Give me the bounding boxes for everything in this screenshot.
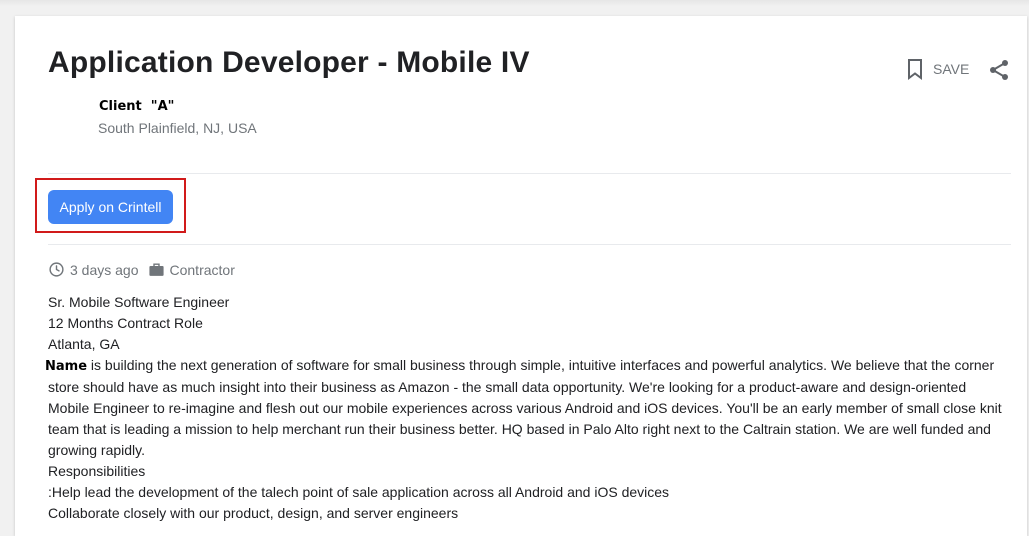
responsibilities-heading: Responsibilities	[48, 463, 146, 479]
description-paragraph-text: is building the next generation of softw…	[48, 357, 1002, 458]
apply-button[interactable]: Apply on Crintell	[48, 190, 173, 224]
company-placeholder-name: Name	[45, 359, 88, 374]
briefcase-icon	[148, 263, 164, 276]
posted-date-text: 3 days ago	[70, 261, 139, 278]
description-paragraph: Name is building the next generation of …	[45, 355, 1008, 461]
employment-type-text: Contractor	[169, 261, 235, 278]
responsibility-item: Collaborate closely with our product, de…	[48, 505, 459, 521]
posted-date: 3 days ago	[48, 261, 139, 278]
employment-type: Contractor	[148, 261, 235, 278]
save-label: SAVE	[933, 61, 970, 77]
job-title: Application Developer - Mobile IV	[48, 46, 530, 79]
company-name: Client "A"	[99, 99, 175, 114]
share-icon	[990, 60, 1008, 80]
divider	[48, 173, 1011, 174]
bookmark-icon	[908, 59, 922, 80]
job-details-card: Application Developer - Mobile IV SAVE C…	[15, 16, 1027, 536]
page-top-edge	[0, 0, 1029, 6]
description-line: 12 Months Contract Role	[48, 315, 203, 331]
save-button[interactable]: SAVE	[905, 57, 969, 81]
share-button[interactable]	[987, 58, 1011, 82]
responsibility-item: :Help lead the development of the talech…	[48, 484, 670, 500]
clock-icon	[49, 262, 64, 277]
job-description: Sr. Mobile Software Engineer 12 Months C…	[45, 292, 1008, 524]
divider	[48, 244, 1011, 245]
company-location: South Plainfield, NJ, USA	[98, 120, 257, 136]
job-meta: 3 days ago Contractor	[48, 261, 244, 278]
description-line: Atlanta, GA	[48, 336, 120, 352]
description-line: Sr. Mobile Software Engineer	[48, 294, 230, 310]
